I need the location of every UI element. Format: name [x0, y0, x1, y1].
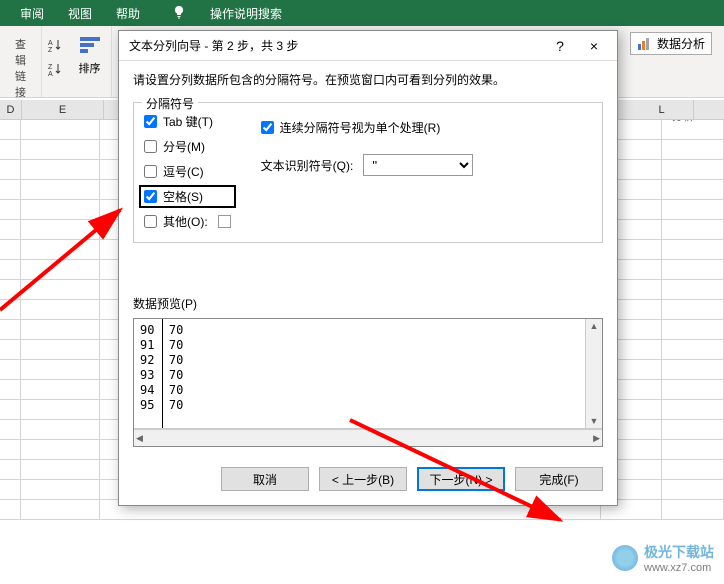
ribbon-tabs: 审阅 视图 帮助 操作说明搜索	[0, 0, 724, 26]
data-preview: 90 70 91 70 92 70 93 70 94 70 95 70 ▲ ▼	[134, 319, 602, 429]
next-button[interactable]: 下一步(N) >	[417, 467, 505, 491]
scroll-left-icon[interactable]: ◀	[134, 431, 145, 446]
text-qualifier-label: 文本识别符号(Q):	[261, 157, 354, 174]
tab-review[interactable]: 审阅	[20, 5, 44, 22]
queries-text-top: 查	[15, 39, 26, 51]
comma-checkbox[interactable]: 逗号(C)	[144, 163, 231, 180]
space-checkbox-input[interactable]	[144, 190, 157, 203]
svg-text:Z: Z	[48, 64, 53, 71]
col-header-l[interactable]: L	[630, 100, 694, 120]
other-checkbox[interactable]: 其他(O):	[144, 213, 231, 230]
text-qualifier-select[interactable]: "	[363, 154, 473, 176]
cancel-button[interactable]: 取消	[221, 467, 309, 491]
watermark-name: 极光下载站	[644, 542, 714, 562]
semicolon-checkbox[interactable]: 分号(M)	[144, 138, 231, 155]
space-checkbox[interactable]: 空格(S)	[139, 185, 236, 208]
back-button[interactable]: < 上一步(B)	[319, 467, 407, 491]
tell-me-search[interactable]: 操作说明搜索	[210, 5, 282, 22]
col-header-e[interactable]: E	[22, 100, 104, 119]
scroll-up-icon[interactable]: ▲	[588, 319, 601, 333]
tab-view[interactable]: 视图	[68, 5, 92, 22]
tab-help[interactable]: 帮助	[116, 5, 140, 22]
lightbulb-icon	[172, 5, 186, 22]
other-delimiter-input[interactable]	[218, 215, 231, 228]
comma-checkbox-input[interactable]	[144, 165, 157, 178]
text-to-columns-wizard-dialog: 文本分列向导 - 第 2 步，共 3 步 ? × 请设置分列数据所包含的分隔符号…	[118, 30, 618, 506]
dialog-help-button[interactable]: ?	[545, 34, 575, 58]
scroll-down-icon[interactable]: ▼	[588, 414, 601, 428]
semicolon-checkbox-input[interactable]	[144, 140, 157, 153]
links-text: 辑链接	[15, 55, 26, 99]
sort-desc-button[interactable]: ZA	[44, 58, 66, 80]
preview-hscrollbar[interactable]: ◀ ▶	[134, 429, 602, 446]
preview-label: 数据预览(P)	[133, 295, 603, 312]
consecutive-checkbox[interactable]: 连续分隔符号视为单个处理(R)	[261, 119, 474, 136]
dialog-titlebar[interactable]: 文本分列向导 - 第 2 步，共 3 步 ? ×	[119, 31, 617, 61]
delimiters-legend: 分隔符号	[142, 95, 198, 112]
svg-text:A: A	[48, 40, 53, 47]
tab-checkbox-input[interactable]	[144, 115, 157, 128]
delimiters-fieldset: 分隔符号 Tab 键(T) 分号(M) 逗号(C)	[133, 102, 603, 243]
svg-text:A: A	[48, 71, 53, 77]
dialog-close-button[interactable]: ×	[579, 34, 609, 58]
sort-asc-button[interactable]: AZ	[44, 34, 66, 56]
col-header-d[interactable]: D	[0, 100, 22, 119]
data-analysis-icon	[637, 36, 653, 52]
watermark-logo-icon	[612, 545, 638, 571]
finish-button[interactable]: 完成(F)	[515, 467, 603, 491]
preview-content: 90 70 91 70 92 70 93 70 94 70 95 70	[134, 319, 585, 428]
dialog-description: 请设置分列数据所包含的分隔符号。在预览窗口内可看到分列的效果。	[133, 71, 603, 88]
tab-checkbox[interactable]: Tab 键(T)	[144, 113, 231, 130]
watermark: 极光下载站 www.xz7.com	[612, 542, 714, 574]
consecutive-checkbox-input[interactable]	[261, 121, 274, 134]
data-analysis-button[interactable]: 数据分析	[630, 32, 712, 55]
sort-button[interactable]: 排序	[70, 34, 110, 80]
scroll-right-icon[interactable]: ▶	[591, 431, 602, 446]
other-checkbox-input[interactable]	[144, 215, 157, 228]
watermark-url: www.xz7.com	[644, 562, 714, 574]
svg-text:Z: Z	[48, 47, 53, 53]
dialog-title: 文本分列向导 - 第 2 步，共 3 步	[129, 37, 298, 54]
preview-vscrollbar[interactable]: ▲ ▼	[585, 319, 602, 428]
